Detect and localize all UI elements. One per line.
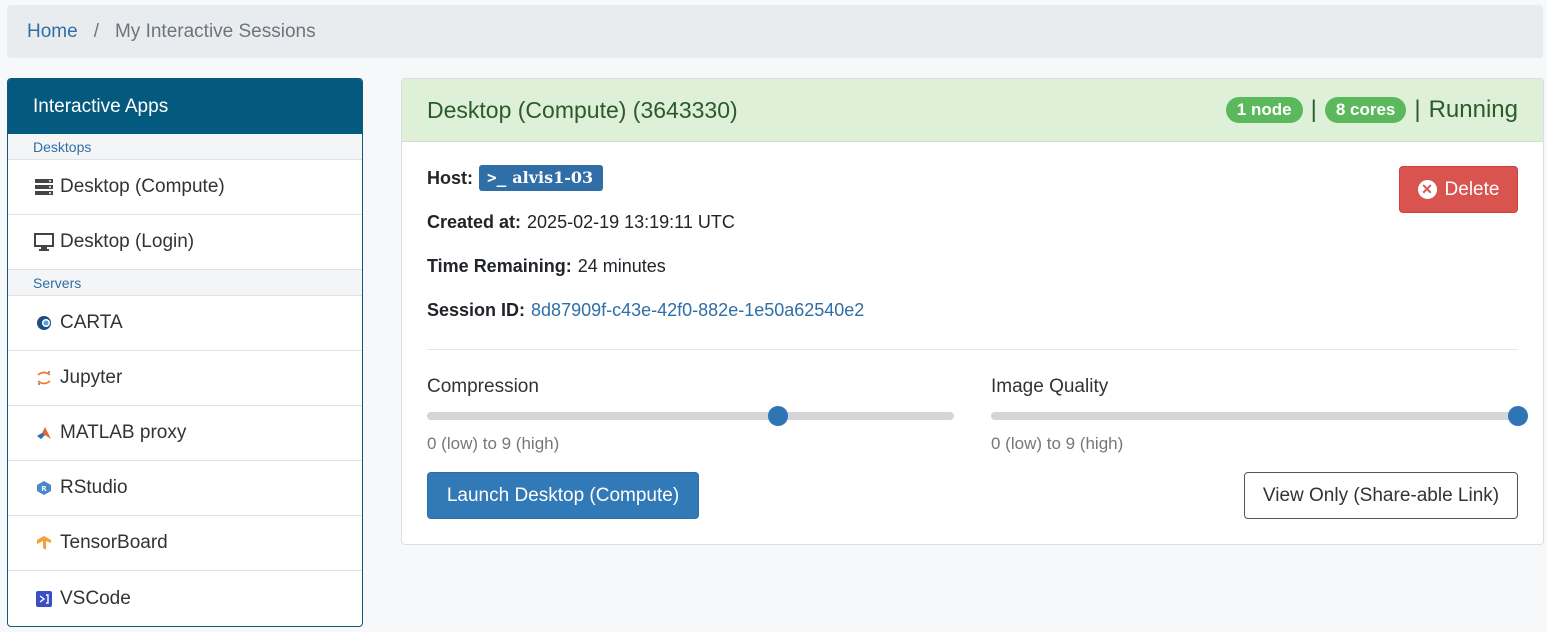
created-row: Created at: 2025-02-19 13:19:11 UTC bbox=[427, 210, 1518, 234]
session-status: 1 node | 8 cores | Running bbox=[1225, 96, 1518, 124]
time-remaining-row: Time Remaining: 24 minutes bbox=[427, 254, 1518, 278]
sidebar-item-carta[interactable]: CARTA bbox=[8, 296, 362, 351]
delete-button[interactable]: ✕ Delete bbox=[1399, 166, 1518, 213]
host-name: alvis1-03 bbox=[512, 168, 594, 187]
sidebar-group-servers: Servers bbox=[8, 270, 362, 296]
quality-slider[interactable] bbox=[991, 406, 1528, 426]
session-card-header: Desktop (Compute) (3643330) 1 node | 8 c… bbox=[402, 79, 1543, 142]
created-label: Created at: bbox=[427, 211, 522, 232]
cores-badge: 8 cores bbox=[1324, 97, 1407, 123]
sidebar-item-label: CARTA bbox=[60, 312, 123, 333]
status-text: Running bbox=[1428, 96, 1518, 123]
sidebar-item-label: RStudio bbox=[60, 477, 128, 498]
sidebar-item-matlab[interactable]: MATLAB proxy bbox=[8, 406, 362, 461]
sidebar-item-jupyter[interactable]: Jupyter bbox=[8, 351, 362, 406]
view-only-button[interactable]: View Only (Share-able Link) bbox=[1244, 472, 1518, 519]
sidebar-item-rstudio[interactable]: R RStudio bbox=[8, 461, 362, 516]
launch-desktop-button[interactable]: Launch Desktop (Compute) bbox=[427, 472, 699, 519]
sidebar-item-label: Jupyter bbox=[60, 367, 123, 388]
carta-icon bbox=[33, 312, 55, 334]
breadcrumb: Home / My Interactive Sessions bbox=[7, 5, 1543, 58]
sidebar-item-label: Desktop (Compute) bbox=[60, 176, 225, 197]
tensorboard-icon bbox=[33, 532, 55, 554]
svg-text:R: R bbox=[41, 485, 47, 493]
matlab-icon bbox=[33, 422, 55, 444]
time-remaining-value: 24 minutes bbox=[577, 255, 666, 276]
host-shell-link[interactable]: >_ alvis1-03 bbox=[479, 165, 604, 191]
session-id-label: Session ID: bbox=[427, 299, 526, 320]
quality-hint: 0 (low) to 9 (high) bbox=[991, 434, 1124, 453]
sidebar-title: Interactive Apps bbox=[8, 79, 362, 134]
rstudio-icon: R bbox=[33, 477, 55, 499]
quality-slider-group: Image Quality 0 (low) to 9 (high) bbox=[991, 376, 1528, 454]
status-divider: | bbox=[1310, 96, 1317, 123]
vscode-icon bbox=[33, 588, 55, 610]
jupyter-icon bbox=[33, 367, 55, 389]
sidebar-item-desktop-login[interactable]: Desktop (Login) bbox=[8, 215, 362, 270]
sidebar-item-vscode[interactable]: VSCode bbox=[8, 571, 362, 626]
quality-label: Image Quality bbox=[991, 376, 1109, 397]
breadcrumb-separator: / bbox=[93, 20, 99, 42]
sidebar-item-label: MATLAB proxy bbox=[60, 422, 187, 443]
compression-hint: 0 (low) to 9 (high) bbox=[427, 434, 560, 453]
session-card: Desktop (Compute) (3643330) 1 node | 8 c… bbox=[401, 78, 1544, 545]
delete-label: Delete bbox=[1444, 178, 1500, 200]
status-divider: | bbox=[1414, 96, 1421, 123]
breadcrumb-home-link[interactable]: Home bbox=[27, 21, 78, 43]
sidebar-item-label: VSCode bbox=[60, 587, 131, 609]
compression-label: Compression bbox=[427, 376, 539, 397]
host-row: Host: >_ alvis1-03 bbox=[427, 165, 1518, 191]
server-icon bbox=[33, 176, 55, 198]
compression-slider[interactable] bbox=[427, 406, 954, 426]
breadcrumb-current: My Interactive Sessions bbox=[114, 20, 316, 42]
created-value: 2025-02-19 13:19:11 UTC bbox=[527, 211, 735, 232]
session-card-body: Host: >_ alvis1-03 Created at: 2025-02-1… bbox=[402, 142, 1543, 366]
sidebar-item-tensorboard[interactable]: TensorBoard bbox=[8, 516, 362, 571]
nodes-badge: 1 node bbox=[1225, 97, 1303, 123]
sidebar-item-label: Desktop (Login) bbox=[60, 231, 195, 252]
sidebar-group-desktops: Desktops bbox=[8, 134, 362, 160]
sidebar-item-desktop-compute[interactable]: Desktop (Compute) bbox=[8, 160, 362, 215]
session-id-row: Session ID: 8d87909f-c43e-42f0-882e-1e50… bbox=[427, 298, 1518, 322]
time-remaining-label: Time Remaining: bbox=[427, 255, 572, 276]
session-id-link[interactable]: 8d87909f-c43e-42f0-882e-1e50a62540e2 bbox=[531, 300, 864, 321]
compression-slider-group: Compression 0 (low) to 9 (high) bbox=[427, 376, 954, 454]
host-label: Host: bbox=[427, 167, 473, 188]
divider bbox=[427, 349, 1518, 350]
quality-slider-handle[interactable] bbox=[1508, 406, 1528, 426]
terminal-icon: >_ bbox=[487, 168, 507, 187]
monitor-icon bbox=[33, 231, 55, 253]
close-circle-icon: ✕ bbox=[1417, 180, 1437, 199]
compression-slider-handle[interactable] bbox=[768, 406, 789, 426]
sidebar: Interactive Apps Desktops Desktop (Compu… bbox=[7, 78, 363, 627]
slider-row: Compression 0 (low) to 9 (high) Image Qu… bbox=[427, 376, 1528, 454]
session-title: Desktop (Compute) (3643330) bbox=[427, 96, 738, 123]
sidebar-item-label: TensorBoard bbox=[60, 532, 168, 553]
